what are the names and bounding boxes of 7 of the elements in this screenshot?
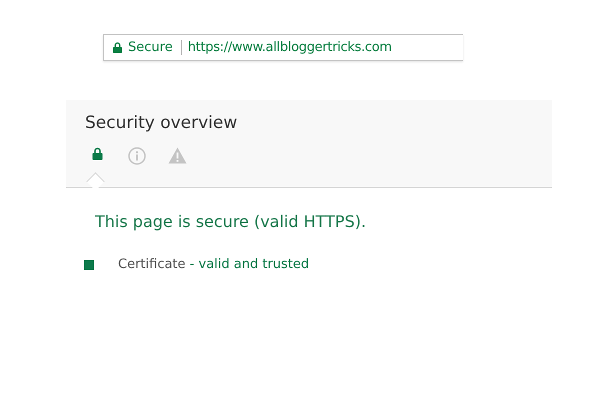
security-summary: This page is secure (valid HTTPS). [95,212,368,231]
security-label: Secure [128,40,182,55]
panel-title: Security overview [85,113,238,133]
certificate-status: Certificate - valid and trusted [118,257,310,272]
lock-icon [113,42,122,53]
address-bar[interactable]: Secure https://www.allbloggertricks.com [103,34,463,61]
url-text: https://www.allbloggertricks.com [188,40,392,55]
